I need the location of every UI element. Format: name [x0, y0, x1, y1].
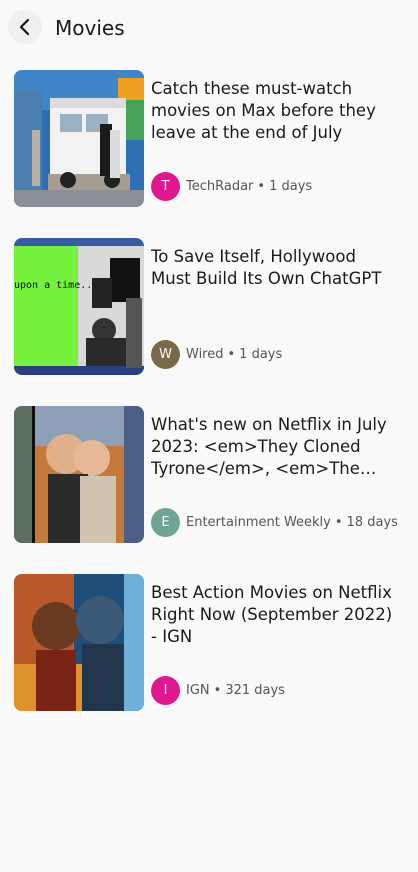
- article-age: 18 days: [346, 514, 398, 530]
- back-button[interactable]: [8, 10, 42, 44]
- article-meta: I IGN • 321 days: [151, 675, 285, 705]
- source-name: IGN: [186, 682, 210, 698]
- article-meta: T TechRadar • 1 days: [151, 171, 312, 201]
- article-thumbnail[interactable]: upon a time...: [14, 238, 144, 375]
- article-meta: W Wired • 1 days: [151, 339, 282, 369]
- thumbnail-caption: upon a time...: [14, 280, 99, 291]
- article-card[interactable]: Best Action Movies on Netflix Right Now …: [0, 574, 418, 742]
- source-avatar: W: [151, 339, 180, 369]
- article-card[interactable]: upon a time... To Save Itself, Hollywood…: [0, 238, 418, 406]
- article-age: 1 days: [269, 178, 313, 194]
- source-avatar: E: [151, 507, 180, 537]
- article-meta: E Entertainment Weekly • 18 days: [151, 507, 398, 537]
- meta-separator: •: [227, 346, 236, 362]
- article-age: 321 days: [225, 682, 285, 698]
- meta-separator: •: [213, 682, 222, 698]
- back-arrow-icon: [19, 18, 30, 36]
- source-avatar: I: [151, 675, 180, 705]
- article-thumbnail[interactable]: [14, 406, 144, 543]
- article-headline[interactable]: Catch these must-watch movies on Max bef…: [151, 78, 397, 144]
- article-thumbnail[interactable]: [14, 574, 144, 711]
- article-thumbnail[interactable]: [14, 70, 144, 207]
- article-headline[interactable]: Best Action Movies on Netflix Right Now …: [151, 582, 397, 648]
- article-card[interactable]: What's new on Netflix in July 2023: <em>…: [0, 406, 418, 574]
- article-headline[interactable]: To Save Itself, Hollywood Must Build Its…: [151, 246, 397, 290]
- top-bar: Movies: [0, 0, 418, 56]
- article-list: Catch these must-watch movies on Max bef…: [0, 70, 418, 742]
- article-headline[interactable]: What's new on Netflix in July 2023: <em>…: [151, 414, 397, 480]
- article-age: 1 days: [239, 346, 283, 362]
- source-avatar: T: [151, 171, 180, 201]
- article-card[interactable]: Catch these must-watch movies on Max bef…: [0, 70, 418, 238]
- app-screen: Movies Catch these must-watch movies on …: [0, 0, 418, 872]
- meta-separator: •: [334, 514, 343, 530]
- page-title: Movies: [55, 16, 125, 40]
- meta-separator: •: [257, 178, 266, 194]
- source-name: Entertainment Weekly: [186, 514, 331, 530]
- source-name: TechRadar: [186, 178, 254, 194]
- source-name: Wired: [186, 346, 224, 362]
